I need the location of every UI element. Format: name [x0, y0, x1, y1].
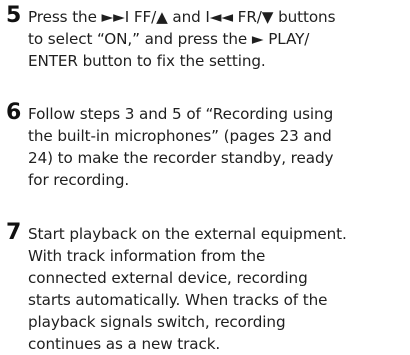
step-number: 6: [6, 100, 22, 125]
step-number: 5: [6, 3, 22, 28]
step-line: Follow steps 3 and 5 of “Recording using: [28, 105, 334, 123]
step-line: ENTER button to fix the setting.: [28, 52, 266, 70]
step-text: Follow steps 3 and 5 of “Recording using…: [28, 103, 406, 191]
step-text: Press the ►►I FF/▲ and I◄◄ FR/▼ buttons …: [28, 6, 406, 72]
step-line: for recording.: [28, 171, 130, 189]
step-line: Start playback on the external equipment…: [28, 225, 347, 243]
step-6: 6 Follow steps 3 and 5 of “Recording usi…: [6, 100, 406, 191]
step-line: the built-in microphones” (pages 23 and: [28, 127, 332, 145]
step-line: continues as a new track.: [28, 335, 221, 353]
step-line: starts automatically. When tracks of the: [28, 291, 328, 309]
manual-page: 5 Press the ►►I FF/▲ and I◄◄ FR/▼ button…: [0, 0, 410, 353]
step-7: 7 Start playback on the external equipme…: [6, 220, 406, 355]
step-line: to select “ON,” and press the ► PLAY/: [28, 30, 310, 48]
step-line: 24) to make the recorder standby, ready: [28, 149, 334, 167]
step-text: Start playback on the external equipment…: [28, 223, 406, 355]
step-line: With track information from the: [28, 247, 266, 265]
step-5: 5 Press the ►►I FF/▲ and I◄◄ FR/▼ button…: [6, 3, 406, 72]
step-number: 7: [6, 220, 22, 245]
step-line: Press the ►►I FF/▲ and I◄◄ FR/▼ buttons: [28, 8, 336, 26]
step-line: playback signals switch, recording: [28, 313, 286, 331]
step-line: connected external device, recording: [28, 269, 308, 287]
